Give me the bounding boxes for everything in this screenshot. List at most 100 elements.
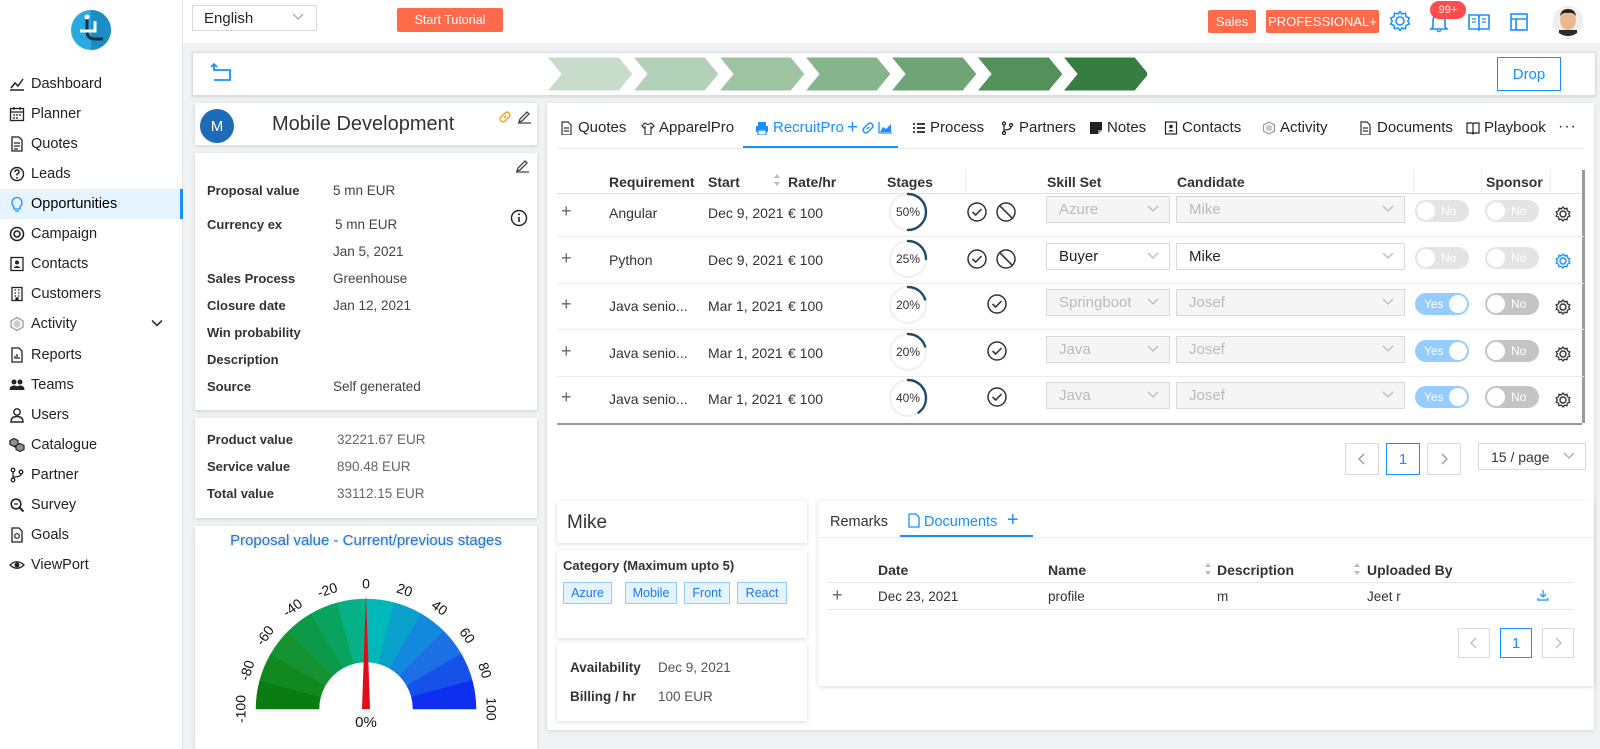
row-settings-icon[interactable] <box>1555 206 1571 222</box>
doc-col-description[interactable]: Description <box>1217 562 1294 578</box>
category-tag[interactable]: Azure <box>563 582 612 604</box>
doc-page-1-button[interactable]: 1 <box>1500 628 1532 658</box>
page-1-button[interactable]: 1 <box>1386 443 1420 475</box>
tab-playbook[interactable]: Playbook <box>1466 119 1584 136</box>
sponsor-toggle[interactable]: No <box>1485 293 1539 315</box>
sort-icon[interactable] <box>1204 562 1212 576</box>
availability-toggle[interactable]: Yes <box>1415 340 1469 362</box>
sidebar-item-activity[interactable]: Activity <box>0 309 183 339</box>
sales-badge[interactable]: Sales <box>1208 10 1256 33</box>
tab-quotes[interactable]: Quotes <box>560 119 626 136</box>
expand-row-icon[interactable]: + <box>561 341 572 362</box>
availability-toggle[interactable]: Yes <box>1415 293 1469 315</box>
download-icon[interactable] <box>1537 589 1549 601</box>
tab-partners[interactable]: Partners <box>1001 119 1076 136</box>
row-settings-icon[interactable] <box>1555 392 1571 408</box>
sort-icon[interactable] <box>773 173 781 187</box>
stage-step[interactable] <box>890 57 978 91</box>
sidebar-item-quotes[interactable]: Quotes <box>0 129 183 159</box>
next-page-button[interactable] <box>1427 443 1461 475</box>
gear-icon[interactable] <box>1389 10 1411 32</box>
stage-step[interactable] <box>718 57 806 91</box>
category-tag[interactable]: Mobile <box>625 582 677 604</box>
stage-step[interactable] <box>1062 57 1147 91</box>
candidate-select[interactable]: Josef <box>1176 336 1405 363</box>
sidebar-item-leads[interactable]: Leads <box>0 159 183 189</box>
tab-recruitpro[interactable]: RecruitPro + <box>755 118 893 137</box>
tab-contacts[interactable]: Contacts <box>1164 119 1241 136</box>
approve-icon[interactable] <box>986 386 1008 408</box>
col-rate[interactable]: Rate/hr <box>788 174 836 190</box>
candidate-select[interactable]: Josef <box>1176 382 1405 409</box>
expand-row-icon[interactable]: + <box>561 387 572 408</box>
stage-step[interactable] <box>547 57 634 91</box>
sidebar-item-dashboard[interactable]: Dashboard <box>0 69 183 99</box>
sidebar-item-users[interactable]: Users <box>0 400 183 430</box>
sidebar-item-contacts[interactable]: Contacts <box>0 249 183 279</box>
tab-notes[interactable]: Notes <box>1089 119 1146 136</box>
tab-documents[interactable]: Documents <box>1359 119 1453 136</box>
prev-page-button[interactable] <box>1345 443 1379 475</box>
doc-name[interactable]: profile <box>1048 589 1085 604</box>
expand-row-icon[interactable]: + <box>561 201 572 222</box>
sort-icon[interactable] <box>1353 562 1361 576</box>
user-avatar[interactable] <box>1553 6 1583 36</box>
skill-set-select[interactable]: Java <box>1046 336 1170 363</box>
candidate-select[interactable]: Mike <box>1176 196 1405 223</box>
candidate-select[interactable]: Mike <box>1176 243 1405 270</box>
approve-icon[interactable] <box>966 248 988 270</box>
language-select[interactable]: English <box>192 5 317 31</box>
col-requirement[interactable]: Requirement <box>609 174 695 190</box>
sidebar-item-catalogue[interactable]: Catalogue <box>0 430 183 460</box>
edit-details-icon[interactable] <box>515 158 530 173</box>
sidebar-item-planner[interactable]: Planner <box>0 99 183 129</box>
back-icon[interactable] <box>210 61 234 83</box>
tab-documents[interactable]: Documents <box>924 514 997 530</box>
reject-icon[interactable] <box>995 248 1017 270</box>
stage-step[interactable] <box>632 57 720 91</box>
layout-icon[interactable] <box>1509 12 1529 32</box>
app-logo[interactable] <box>70 9 112 51</box>
doc-prev-page-button[interactable] <box>1458 628 1490 658</box>
sponsor-toggle[interactable]: No <box>1485 200 1539 222</box>
row-settings-icon[interactable] <box>1555 299 1571 315</box>
availability-toggle[interactable]: No <box>1415 247 1469 269</box>
col-skill-set[interactable]: Skill Set <box>1047 174 1101 190</box>
sponsor-toggle[interactable]: No <box>1485 247 1539 269</box>
sidebar-item-reports[interactable]: Reports <box>0 340 183 370</box>
drop-button[interactable]: Drop <box>1497 57 1561 91</box>
sidebar-item-customers[interactable]: Customers <box>0 279 183 309</box>
doc-next-page-button[interactable] <box>1542 628 1574 658</box>
row-settings-icon[interactable] <box>1555 253 1571 269</box>
col-candidate[interactable]: Candidate <box>1177 174 1245 190</box>
sidebar-item-survey[interactable]: Survey <box>0 490 183 520</box>
expand-row-icon[interactable]: + <box>561 294 572 315</box>
tab-activity[interactable]: Activity <box>1262 119 1328 136</box>
chevron-down-icon[interactable] <box>151 319 163 328</box>
sidebar-item-opportunities[interactable]: Opportunities <box>0 189 183 219</box>
doc-col-date[interactable]: Date <box>878 562 908 578</box>
edit-icon[interactable] <box>517 109 532 124</box>
col-start[interactable]: Start <box>708 174 740 190</box>
add-document-icon[interactable]: + <box>1007 510 1019 530</box>
candidate-select[interactable]: Josef <box>1176 289 1405 316</box>
doc-col-name[interactable]: Name <box>1048 562 1086 578</box>
availability-toggle[interactable]: No <box>1415 200 1469 222</box>
link-icon[interactable] <box>498 110 512 124</box>
category-tag[interactable]: React <box>737 582 787 604</box>
stage-step[interactable] <box>976 57 1064 91</box>
sidebar-item-viewport[interactable]: ViewPort <box>0 550 183 580</box>
skill-set-select[interactable]: Java <box>1046 382 1170 409</box>
row-settings-icon[interactable] <box>1555 346 1571 362</box>
plan-badge[interactable]: PROFESSIONAL+ <box>1266 10 1379 33</box>
approve-icon[interactable] <box>986 293 1008 315</box>
expand-row-icon[interactable]: + <box>561 248 572 269</box>
stage-step[interactable] <box>804 57 892 91</box>
add-icon[interactable]: + <box>847 118 858 137</box>
col-stages[interactable]: Stages <box>887 174 933 190</box>
link-icon[interactable] <box>861 121 875 135</box>
skill-set-select[interactable]: Azure <box>1046 196 1170 223</box>
tab-remarks[interactable]: Remarks <box>830 514 888 530</box>
tab-apparelpro[interactable]: ApparelPro <box>641 119 734 136</box>
table-h-scrollbar[interactable] <box>557 423 1582 425</box>
